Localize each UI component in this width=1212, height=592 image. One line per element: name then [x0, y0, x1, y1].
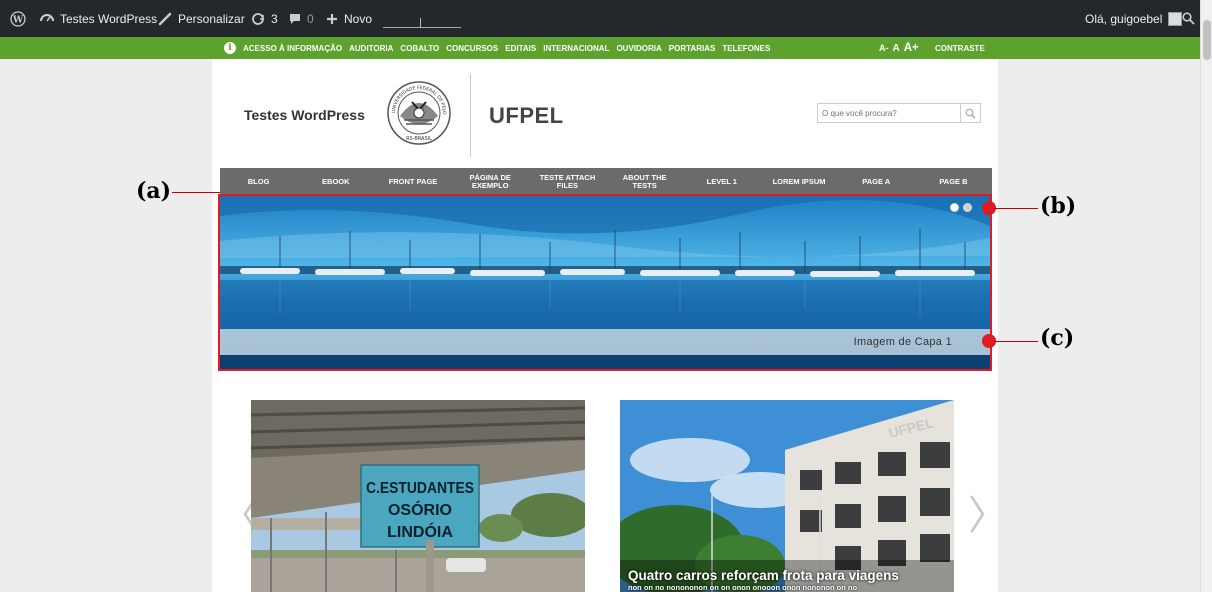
search-icon [965, 108, 976, 118]
nav-item-ebook[interactable]: EBOOK [297, 168, 374, 195]
greeting-label: Olá, guigoebel [1085, 11, 1163, 26]
nav-item-level-1[interactable]: LEVEL 1 [683, 168, 760, 195]
site-name-menu[interactable]: Testes WordPress [40, 0, 157, 37]
sign-line-1: C.ESTUDANTES [366, 480, 474, 497]
news-card-2[interactable]: UFPEL Quatro carros reforçam frota para … [620, 400, 954, 592]
wordpress-logo-icon[interactable]: W [10, 0, 26, 37]
nav-item-page-b[interactable]: PAGE B [915, 168, 992, 195]
font-increase-button[interactable]: A+ [904, 42, 919, 54]
gov-link-cobalto[interactable]: COBALTO [400, 44, 439, 53]
slide-caption-bar: Imagem de Capa 1 [220, 329, 990, 355]
brand-name[interactable]: UFPEL [489, 103, 564, 129]
admin-bar: W Testes WordPress Personalizar 3 0 Novo… [0, 0, 1212, 37]
gov-link-audit[interactable]: AUDITORIA [349, 44, 393, 53]
comment-icon [290, 13, 300, 24]
dashboard-icon [40, 13, 54, 21]
header-divider [470, 73, 471, 157]
svg-text:W: W [12, 15, 24, 25]
updates-count: 3 [271, 11, 278, 26]
comments-menu[interactable]: 0 [289, 0, 314, 37]
annotation-b-line [994, 208, 1038, 209]
site-search [817, 103, 981, 123]
customize-label: Personalizar [178, 11, 245, 26]
font-decrease-button[interactable]: A- [879, 43, 889, 53]
nav-item-front-page[interactable]: FRONT PAGE [374, 168, 451, 195]
news-excerpt: non on no nonononon on on onon onooon on… [628, 583, 858, 592]
gov-link-international[interactable]: INTERNACIONAL [543, 44, 609, 53]
site-name-label: Testes WordPress [60, 11, 158, 26]
news-title[interactable]: Quatro carros reforçam frota para viagen… [628, 568, 899, 583]
news-card-1[interactable]: C.ESTUDANTES OSÓRIO LINDÓIA [251, 400, 585, 592]
gov-link-ordinances[interactable]: PORTARIAS [669, 44, 716, 53]
annotation-a-label: (a) [136, 178, 172, 204]
gov-link-access-info[interactable]: ACESSO À INFORMAÇÃO [243, 44, 342, 53]
loading-bar [383, 27, 461, 28]
gov-link-ombudsman[interactable]: OUVIDORIA [616, 44, 661, 53]
annotation-c-line [994, 341, 1038, 342]
nav-item-page-a[interactable]: PAGE A [838, 168, 915, 195]
search-input[interactable] [818, 104, 961, 122]
carousel-next-arrow[interactable]: 〉 [968, 496, 1008, 536]
page-scrollbar[interactable] [1200, 0, 1212, 592]
nav-item-blog[interactable]: BLOG [220, 168, 297, 195]
sign-line-2: OSÓRIO [388, 500, 452, 519]
scrollbar-thumb[interactable] [1203, 20, 1211, 60]
slide-caption: Imagem de Capa 1 [853, 336, 952, 348]
user-account-menu[interactable]: Olá, guigoebel [1085, 0, 1183, 37]
bus-stop-photo: C.ESTUDANTES OSÓRIO LINDÓIA [251, 400, 585, 592]
svg-text:RS-BRASIL: RS-BRASIL [406, 136, 432, 142]
gov-link-notices[interactable]: EDITAIS [505, 44, 536, 53]
nav-item-about-tests[interactable]: ABOUT THE TESTS [606, 168, 683, 195]
annotation-b-label: (b) [1040, 193, 1077, 219]
contrast-button[interactable]: CONTRASTE [935, 44, 985, 53]
slider-dot-2[interactable] [963, 203, 972, 212]
new-content-menu[interactable]: Novo [326, 0, 372, 37]
search-button[interactable] [960, 104, 980, 122]
brush-icon [158, 12, 172, 25]
refresh-icon [252, 12, 264, 25]
slider-dot-1[interactable] [950, 203, 959, 212]
font-reset-button[interactable]: A [893, 43, 900, 54]
government-bar: i ACESSO À INFORMAÇÃO AUDITORIA COBALTO … [0, 37, 1200, 59]
comments-count: 0 [307, 11, 314, 26]
site-title[interactable]: Testes WordPress [244, 107, 365, 123]
annotation-c-label: (c) [1040, 325, 1075, 351]
gov-link-phones[interactable]: TELEFONES [722, 44, 770, 53]
updates-menu[interactable]: 3 [251, 0, 278, 37]
sign-line-3: LINDÓIA [387, 522, 453, 541]
gov-link-contests[interactable]: CONCURSOS [446, 44, 498, 53]
nav-item-attach-files[interactable]: TESTE ATTACH FILES [529, 168, 606, 195]
loading-indicator [420, 18, 421, 28]
cover-image-slider[interactable]: Imagem de Capa 1 [218, 194, 992, 371]
admin-search-icon[interactable] [1182, 0, 1195, 37]
nav-item-example-page[interactable]: PÁGINA DE EXEMPLO [452, 168, 529, 195]
info-icon: i [224, 42, 236, 54]
university-seal-logo[interactable]: UNIVERSIDADE FEDERAL DE PELOTAS RS-BRASI… [386, 80, 452, 146]
new-label: Novo [344, 11, 373, 26]
nav-item-lorem-ipsum[interactable]: LOREM IPSUM [760, 168, 837, 195]
main-navigation: BLOG EBOOK FRONT PAGE PÁGINA DE EXEMPLO … [220, 168, 992, 195]
avatar [1168, 11, 1183, 26]
annotation-a-line [172, 192, 220, 193]
font-size-controls: A- A A+ [879, 37, 919, 59]
university-building-photo: UFPEL [620, 400, 954, 592]
customize-menu[interactable]: Personalizar [158, 0, 245, 37]
plus-icon [327, 13, 337, 24]
slider-pagination [950, 203, 972, 212]
